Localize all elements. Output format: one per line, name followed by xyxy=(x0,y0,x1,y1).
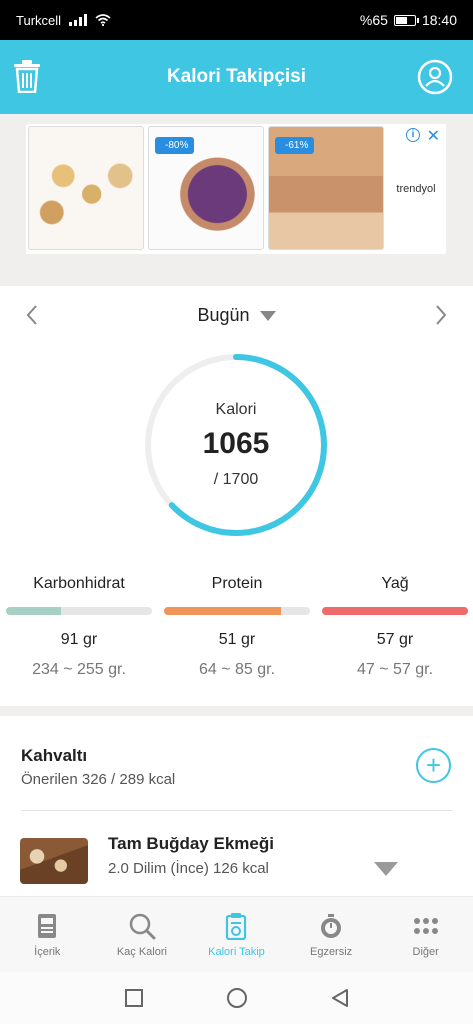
macro-carbohydrate: Karbonhidrat 91 gr 234 ~ 255 gr. xyxy=(0,575,158,695)
macro-name: Yağ xyxy=(381,575,409,592)
food-name: Tam Buğday Ekmeği xyxy=(108,834,274,853)
divider xyxy=(21,810,452,811)
calorie-goal-value: / 1700 xyxy=(213,471,259,488)
tab-label: Kalori Takip xyxy=(208,945,265,958)
calorie-summary: Kalori 1065 / 1700 xyxy=(141,350,331,540)
close-icon[interactable]: ✕ xyxy=(427,126,440,146)
clock: 18:40 xyxy=(421,12,457,28)
calorie-label: Kalori xyxy=(215,401,257,418)
date-label: Bugün xyxy=(197,304,250,325)
info-icon[interactable]: i xyxy=(406,128,420,142)
macro-summary: Karbonhidrat 91 gr 234 ~ 255 gr. Protein… xyxy=(0,575,473,695)
tab-label: Diğer xyxy=(412,945,439,958)
meal-breakfast-header[interactable]: Kahvaltı Önerilen 326 / 289 kcal + xyxy=(0,716,473,816)
chevron-down-icon xyxy=(259,311,276,321)
search-icon xyxy=(129,913,156,939)
tab-label: İçerik xyxy=(34,945,61,958)
macro-protein: Protein 51 gr 64 ~ 85 gr. xyxy=(158,575,316,695)
ad-card[interactable]: -80% -61% i ✕ trendyol xyxy=(26,124,446,254)
macro-range: 47 ~ 57 gr. xyxy=(356,661,434,678)
tab-diger[interactable]: Diğer xyxy=(378,897,473,972)
signal-icon xyxy=(69,14,88,26)
macro-value: 51 gr xyxy=(218,631,256,648)
more-dots-icon xyxy=(413,917,438,934)
ad-product-anklet-image[interactable]: -61% xyxy=(268,126,384,250)
status-bar: Turkcell %65 18:40 xyxy=(0,0,473,40)
macro-progress-bar xyxy=(322,607,468,615)
tab-egzersiz[interactable]: Egzersiz xyxy=(284,897,379,972)
page-title: Kalori Takipçisi xyxy=(166,66,307,87)
book-icon xyxy=(38,913,57,938)
add-food-button[interactable]: + xyxy=(416,748,451,783)
macro-name: Karbonhidrat xyxy=(33,575,125,592)
battery-percent: %65 xyxy=(359,12,388,28)
tab-kalori-takip[interactable]: Kalori Takip xyxy=(189,897,284,972)
app-bar: Kalori Takipçisi xyxy=(0,40,473,114)
recent-apps-icon[interactable] xyxy=(123,987,145,1009)
macro-value: 91 gr xyxy=(60,631,98,648)
macro-range: 234 ~ 255 gr. xyxy=(32,661,126,678)
trash-icon[interactable] xyxy=(12,59,42,93)
bottom-tab-bar: İçerik Kaç Kalori Kalori Takip Egzersiz xyxy=(0,896,473,972)
ad-banner: -80% -61% i ✕ trendyol xyxy=(0,114,473,286)
next-day-arrow-icon[interactable] xyxy=(431,300,451,330)
macro-range: 64 ~ 85 gr. xyxy=(198,661,276,678)
battery-icon xyxy=(393,14,419,26)
ad-brand-label: trendyol xyxy=(396,183,436,195)
macro-name: Protein xyxy=(211,575,263,592)
ad-brand-panel[interactable]: i ✕ trendyol xyxy=(388,126,444,252)
tab-icerik[interactable]: İçerik xyxy=(0,897,95,972)
macro-progress-bar xyxy=(164,607,310,615)
back-icon[interactable] xyxy=(329,987,351,1009)
food-thumbnail xyxy=(20,838,88,884)
section-divider xyxy=(0,706,473,716)
system-navigation-bar xyxy=(0,972,473,1024)
ad-product-bracelet-image[interactable] xyxy=(28,126,144,250)
wifi-icon xyxy=(95,14,111,26)
meal-title: Kahvaltı xyxy=(21,746,88,765)
ad-product-ring-image[interactable]: -80% xyxy=(148,126,264,250)
tab-label: Kaç Kalori xyxy=(116,945,167,958)
macro-fat: Yağ 57 gr 47 ~ 57 gr. xyxy=(316,575,473,695)
meal-recommended: Önerilen 326 / 289 kcal xyxy=(21,771,176,788)
tab-kac-kalori[interactable]: Kaç Kalori xyxy=(95,897,190,972)
macro-value: 57 gr xyxy=(376,631,414,648)
home-icon[interactable] xyxy=(225,986,249,1010)
calorie-consumed-value: 1065 xyxy=(202,427,270,460)
discount-badge: -80% xyxy=(155,137,195,154)
tab-label: Egzersiz xyxy=(309,945,353,958)
food-detail: 2.0 Dilim (İnce) 126 kcal xyxy=(108,860,269,877)
food-list-item[interactable]: Tam Buğday Ekmeği 2.0 Dilim (İnce) 126 k… xyxy=(0,816,473,896)
stopwatch-icon xyxy=(321,913,342,938)
macro-progress-bar xyxy=(6,607,152,615)
carrier-label: Turkcell xyxy=(16,12,62,28)
expand-chevron-icon[interactable] xyxy=(374,862,398,876)
profile-icon[interactable] xyxy=(417,59,453,95)
date-selector[interactable]: Bugün xyxy=(0,295,473,335)
clipboard-icon xyxy=(226,912,247,940)
discount-badge: -61% xyxy=(275,137,315,154)
